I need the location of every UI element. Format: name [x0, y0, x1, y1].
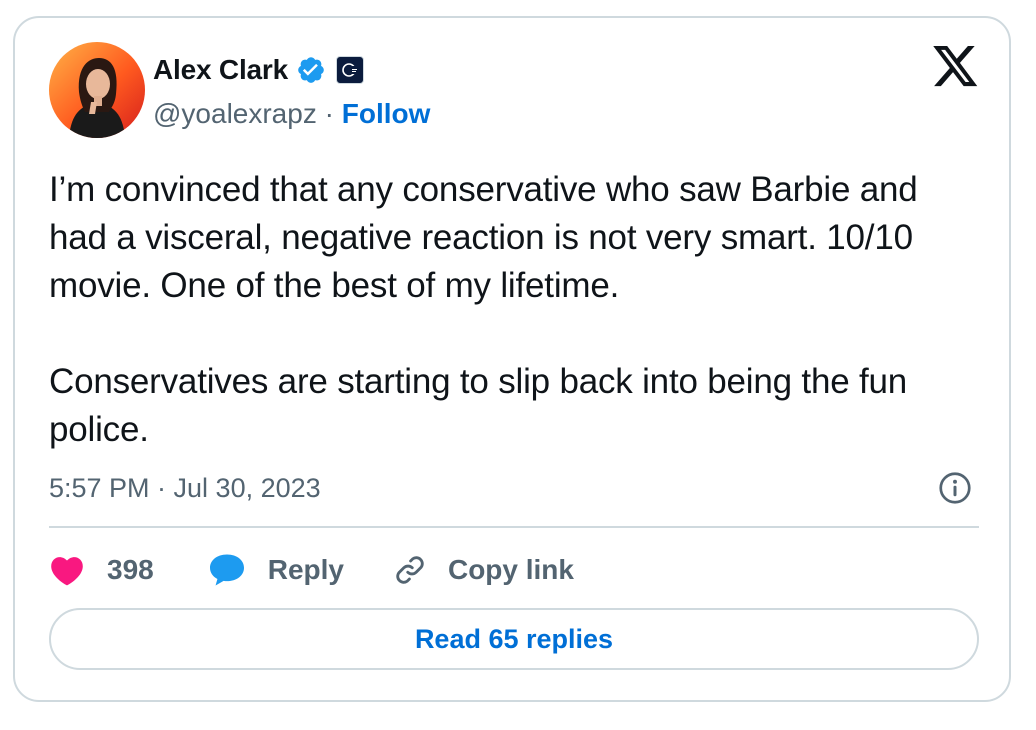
avatar[interactable] — [49, 42, 145, 138]
author-handle-row: @yoalexrapz · Follow — [153, 96, 430, 132]
reply-label: Reply — [267, 554, 344, 585]
verified-badge-icon — [298, 57, 324, 83]
info-icon[interactable] — [937, 470, 973, 506]
tweet-card: Alex Clark @yoalexrapz · Follow I’m conv… — [13, 16, 1011, 702]
copy-link-label: Copy link — [447, 554, 574, 585]
author-handle[interactable]: @yoalexrapz — [153, 98, 317, 129]
tweet-paragraph-1: I’m convinced that any conservative who … — [49, 170, 918, 305]
speech-bubble-icon — [209, 554, 244, 586]
follow-button[interactable]: Follow — [342, 98, 431, 129]
handle-separator: · — [316, 98, 342, 129]
like-count: 398 — [107, 554, 154, 585]
like-button[interactable]: 398 — [49, 554, 154, 586]
link-icon — [396, 556, 424, 584]
tweet-paragraph-2: Conservatives are starting to slip back … — [49, 362, 908, 449]
heart-icon — [51, 557, 83, 586]
reply-button[interactable]: Reply — [208, 553, 344, 587]
tweet-timestamp[interactable]: 5:57 PM · Jul 30, 2023 — [49, 470, 321, 506]
author-name[interactable]: Alex Clark — [153, 54, 288, 86]
divider — [49, 526, 979, 528]
read-replies-button[interactable]: Read 65 replies — [49, 608, 979, 670]
affiliation-badge-icon[interactable] — [335, 56, 364, 84]
action-bar: 398 Reply Copy link — [49, 546, 574, 594]
x-logo-icon[interactable] — [933, 46, 979, 88]
copy-link-button[interactable]: Copy link — [392, 552, 574, 588]
tweet-text: I’m convinced that any conservative who … — [49, 166, 979, 454]
author-name-row: Alex Clark — [153, 52, 364, 88]
